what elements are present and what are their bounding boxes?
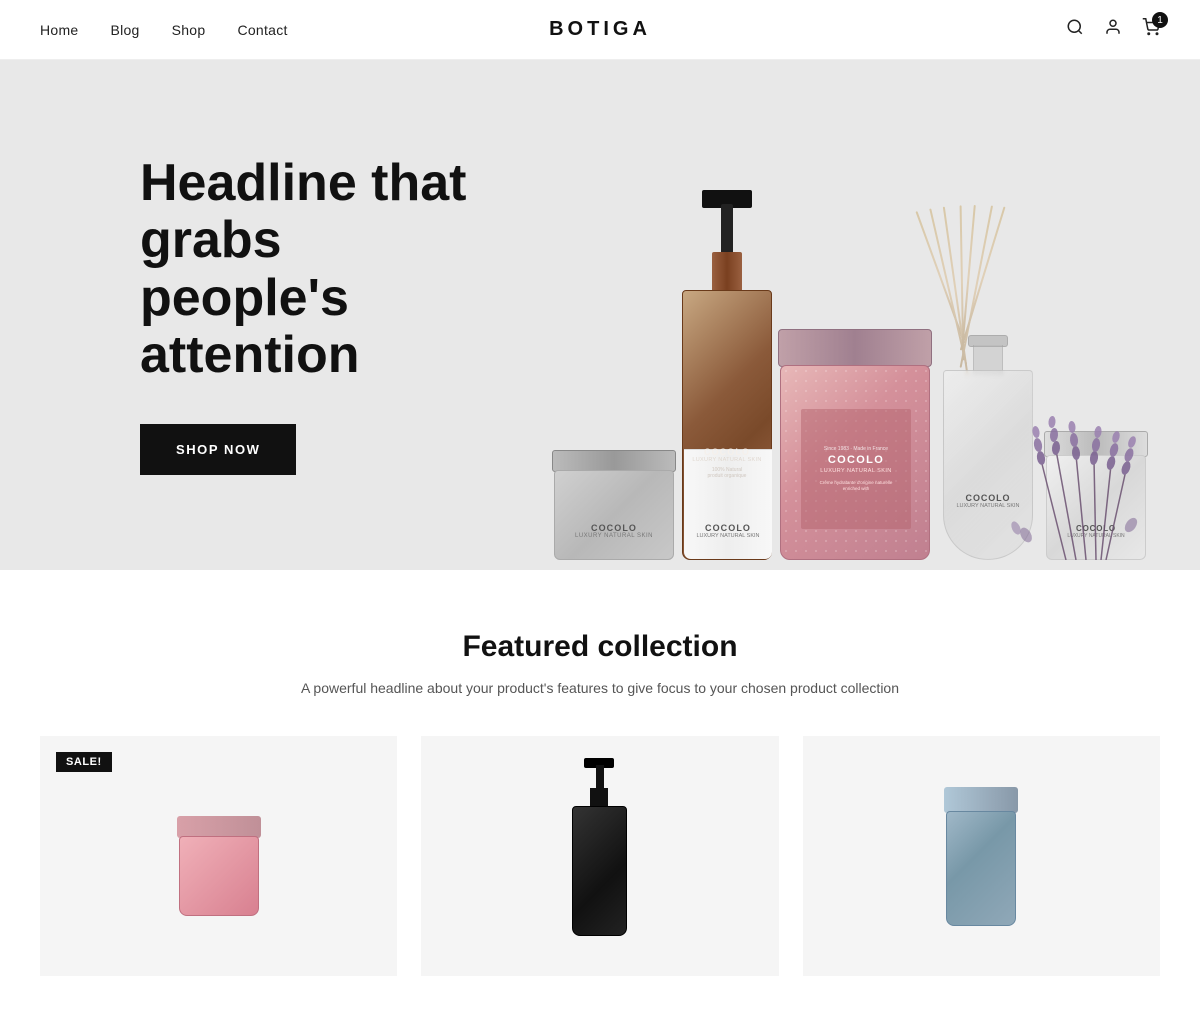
mini-pump-dark — [572, 776, 627, 936]
mini-pink-jar — [179, 816, 259, 916]
navbar: Home Blog Shop Contact BOTIGA 1 — [0, 0, 1200, 60]
products-grid: SALE! — [40, 736, 1160, 976]
lavender-decoration — [986, 380, 1146, 560]
product-card-2[interactable] — [421, 736, 778, 976]
search-icon[interactable] — [1066, 18, 1084, 41]
product-card-3[interactable] — [803, 736, 1160, 976]
featured-section: Featured collection A powerful headline … — [0, 570, 1200, 1016]
mini-blue-bottle — [946, 786, 1016, 926]
featured-title: Featured collection — [40, 630, 1160, 664]
nav-actions: 1 — [1066, 18, 1160, 41]
nav-contact[interactable]: Contact — [237, 22, 287, 38]
cart-icon[interactable]: 1 — [1142, 18, 1160, 41]
sale-badge: SALE! — [56, 752, 112, 772]
product-illustration-1 — [40, 736, 397, 976]
jar-small: COCOLO LUXURY NATURAL SKIN — [554, 450, 674, 560]
jar-large-pink: Since 1983 · Made in France COCOLO LUXUR… — [780, 330, 930, 560]
pump-bottle: COCOLO LUXURY NATURAL SKIN COCOLO LUXURY… — [682, 220, 772, 560]
product-group: COCOLO LUXURY NATURAL SKIN COCOLO LUXURY… — [554, 220, 1146, 560]
product-illustration-2 — [421, 736, 778, 976]
nav-home[interactable]: Home — [40, 22, 78, 38]
nav-shop[interactable]: Shop — [172, 22, 206, 38]
hero-headline: Headline that grabs people's attention — [140, 155, 500, 384]
nav-links: Home Blog Shop Contact — [40, 22, 288, 38]
product-card-1[interactable]: SALE! — [40, 736, 397, 976]
hero-products: COCOLO LUXURY NATURAL SKIN COCOLO LUXURY… — [500, 60, 1200, 570]
product-illustration-3 — [803, 736, 1160, 976]
user-icon[interactable] — [1104, 18, 1122, 41]
featured-subtitle: A powerful headline about your product's… — [300, 680, 900, 696]
shop-now-button[interactable]: SHOP NOW — [140, 424, 296, 475]
hero-content: Headline that grabs people's attention S… — [0, 155, 500, 475]
hero-section: Headline that grabs people's attention S… — [0, 60, 1200, 570]
nav-blog[interactable]: Blog — [110, 22, 139, 38]
cart-count: 1 — [1152, 12, 1168, 28]
brand-logo[interactable]: BOTIGA — [549, 18, 651, 41]
